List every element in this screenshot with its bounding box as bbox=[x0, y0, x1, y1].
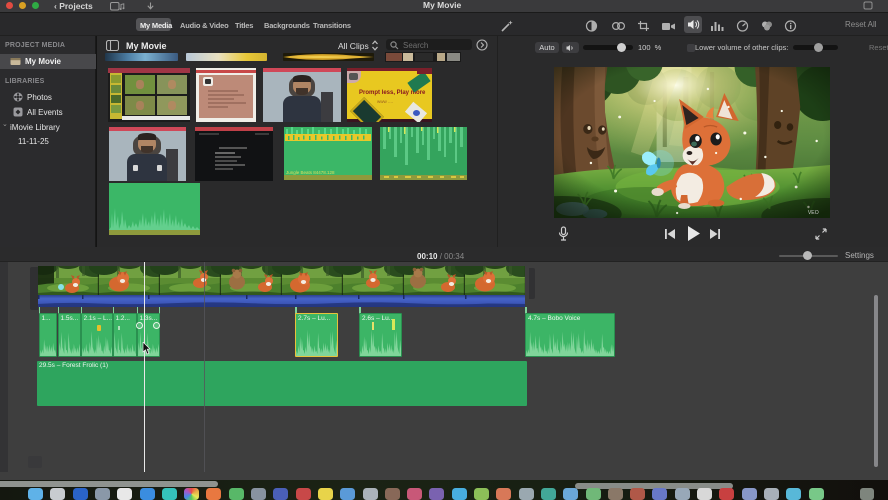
svg-text:VEO: VEO bbox=[808, 210, 819, 216]
